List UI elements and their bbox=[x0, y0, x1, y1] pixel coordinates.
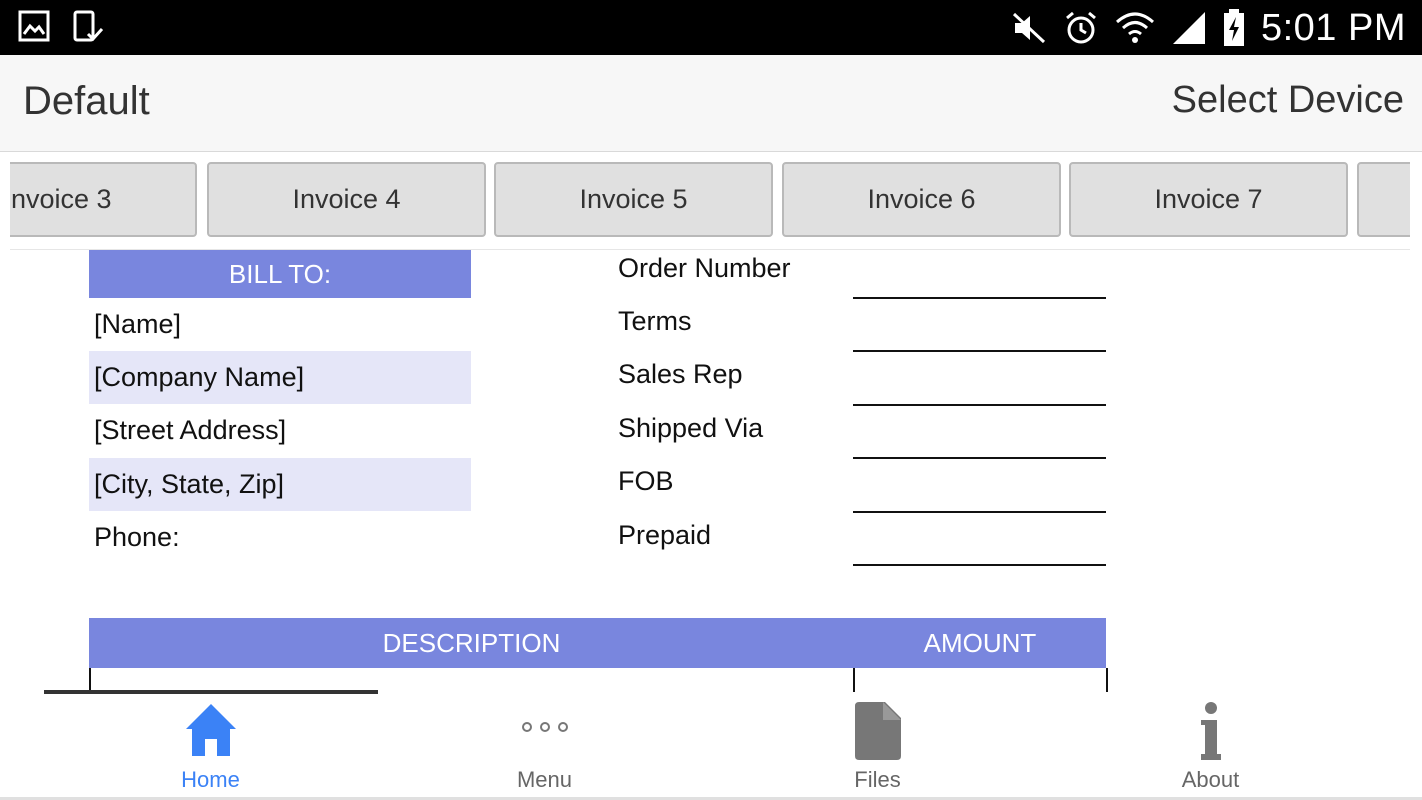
order-number-label: Order Number bbox=[618, 252, 791, 283]
alarm-icon bbox=[1063, 10, 1099, 46]
mute-icon bbox=[1011, 11, 1047, 45]
nav-home-label: Home bbox=[181, 767, 240, 792]
tab-invoice-next[interactable] bbox=[1357, 162, 1410, 237]
nav-files-label: Files bbox=[854, 767, 901, 792]
nav-files[interactable]: Files bbox=[711, 692, 1044, 800]
table-border-middle bbox=[853, 668, 855, 692]
bill-to-company: [Company Name] bbox=[89, 351, 471, 404]
battery-charging-icon bbox=[1223, 9, 1245, 47]
table-border-right bbox=[1106, 668, 1108, 692]
nav-about-label: About bbox=[1181, 767, 1240, 792]
nav-menu-label: Menu bbox=[516, 767, 573, 792]
shipped-via-label: Shipped Via bbox=[618, 412, 764, 443]
nav-menu[interactable]: Menu bbox=[378, 692, 711, 800]
clock: 5:01 PM bbox=[1260, 6, 1406, 49]
line-items-header: DESCRIPTION AMOUNT bbox=[89, 618, 1106, 668]
bill-to-street: [Street Address] bbox=[94, 415, 287, 445]
tab-invoice-7[interactable]: Invoice 7 bbox=[1069, 162, 1348, 237]
bottom-navigation: Home Menu Files About bbox=[0, 690, 1422, 800]
prepaid-label: Prepaid bbox=[618, 519, 712, 550]
sales-rep-label: Sales Rep bbox=[618, 358, 743, 389]
bill-to-header: BILL TO: bbox=[89, 250, 471, 298]
more-dots-icon bbox=[521, 720, 569, 739]
bill-to-name: [Name] bbox=[94, 309, 182, 339]
invoice-tab-strip[interactable]: Invoice 3 Invoice 4 Invoice 5 Invoice 6 … bbox=[10, 152, 1410, 250]
signal-icon bbox=[1171, 10, 1207, 46]
bill-to-city: [City, State, Zip] bbox=[89, 458, 471, 511]
invoice-document[interactable]: BILL TO: [Name] [Company Name] [Street A… bbox=[0, 250, 1422, 692]
description-header: DESCRIPTION bbox=[382, 627, 561, 658]
status-bar: 5:01 PM bbox=[0, 0, 1422, 55]
tab-invoice-4[interactable]: Invoice 4 bbox=[207, 162, 486, 237]
page-title: Default bbox=[23, 79, 150, 123]
app-bar: Default Select Device bbox=[0, 55, 1422, 152]
nav-home[interactable]: Home bbox=[44, 692, 377, 800]
bill-to-phone: Phone: bbox=[94, 522, 180, 552]
terms-label: Terms bbox=[618, 305, 692, 336]
select-device-button[interactable]: Select Device bbox=[1172, 79, 1404, 122]
table-border-left bbox=[89, 668, 91, 692]
tab-invoice-3[interactable]: Invoice 3 bbox=[10, 162, 197, 237]
prepaid-line bbox=[853, 564, 1106, 566]
sales-rep-line bbox=[853, 404, 1106, 406]
device-check-icon bbox=[72, 10, 104, 44]
order-number-line bbox=[853, 297, 1106, 299]
info-icon bbox=[1198, 702, 1224, 765]
nav-about[interactable]: About bbox=[1044, 692, 1377, 800]
file-icon bbox=[854, 702, 901, 765]
terms-line bbox=[853, 350, 1106, 352]
fob-label: FOB bbox=[618, 465, 674, 496]
wifi-icon bbox=[1115, 10, 1155, 46]
fob-line bbox=[853, 511, 1106, 513]
tab-invoice-6[interactable]: Invoice 6 bbox=[782, 162, 1061, 237]
home-icon bbox=[184, 702, 238, 763]
amount-header: AMOUNT bbox=[923, 627, 1037, 658]
tab-invoice-5[interactable]: Invoice 5 bbox=[494, 162, 773, 237]
gallery-icon bbox=[18, 10, 50, 44]
shipped-via-line bbox=[853, 457, 1106, 459]
